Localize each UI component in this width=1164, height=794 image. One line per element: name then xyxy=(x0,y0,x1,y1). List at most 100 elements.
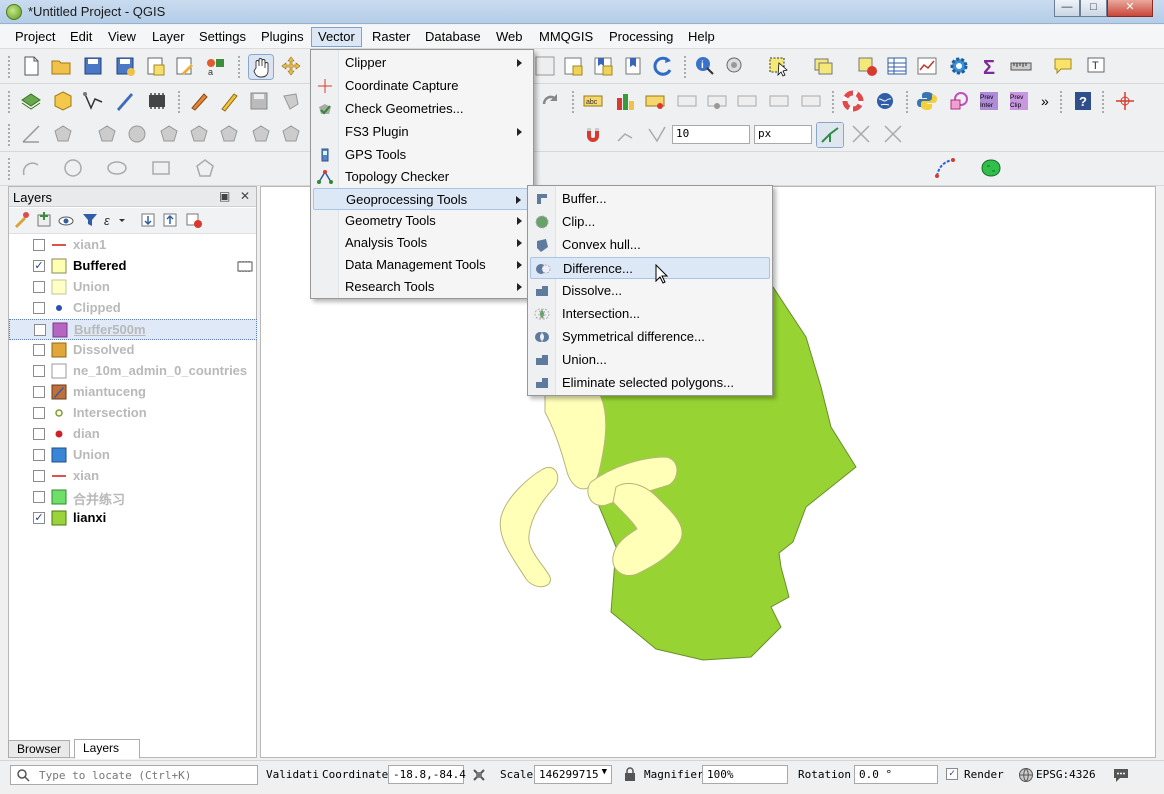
snap-tolerance-input[interactable]: 10 xyxy=(672,125,750,144)
options-gear-icon[interactable] xyxy=(948,55,970,77)
minimize-button[interactable]: — xyxy=(1054,0,1080,17)
coordinate-field[interactable]: -18.8,-84.4 xyxy=(388,765,466,784)
snap-unit-select[interactable]: px xyxy=(754,125,812,144)
lifebuoy-icon[interactable] xyxy=(842,90,864,112)
rotation-spinbox[interactable]: 0.0 ° xyxy=(854,765,938,784)
layer-visibility-checkbox[interactable] xyxy=(33,491,45,503)
remove-layer-icon[interactable] xyxy=(185,211,203,229)
messages-icon[interactable] xyxy=(1112,767,1130,783)
collapse-all-icon[interactable] xyxy=(161,211,179,229)
fill-ring-icon[interactable] xyxy=(126,123,148,145)
filter-expression-icon[interactable]: ε xyxy=(103,211,127,229)
layer-row[interactable]: Clipped xyxy=(9,298,257,319)
layer-row[interactable]: 合并练习 xyxy=(9,487,257,508)
menu-project[interactable]: Project xyxy=(9,28,61,48)
menu-item-symmetrical-difference[interactable]: Symmetrical difference... xyxy=(530,326,770,348)
run-feature-action-icon[interactable] xyxy=(724,55,746,77)
show-bookmarks-icon[interactable] xyxy=(592,55,614,77)
crs-globe-icon[interactable] xyxy=(1018,767,1034,783)
style-manager-icon[interactable]: a xyxy=(204,55,226,77)
snapping-type-icon[interactable] xyxy=(646,123,668,145)
menu-item-intersection[interactable]: Intersection... xyxy=(530,303,770,325)
shape-tools-icon[interactable] xyxy=(948,90,970,112)
digitize-curve-icon[interactable] xyxy=(934,157,956,179)
layer-row[interactable]: dian xyxy=(9,424,257,445)
menu-item-fs3-plugin[interactable]: FS3 Plugin xyxy=(313,121,531,143)
menu-item-gps-tools[interactable]: GPS Tools xyxy=(313,144,531,166)
split-features-icon[interactable] xyxy=(280,123,302,145)
layer-diagram-icon[interactable] xyxy=(614,90,636,112)
menu-item-research-tools[interactable]: Research Tools xyxy=(313,276,531,298)
menu-item-coordinate-capture[interactable]: Coordinate Capture xyxy=(313,75,531,97)
toolbar-handle[interactable] xyxy=(906,91,910,113)
close-button[interactable]: ✕ xyxy=(1107,0,1153,17)
layer-visibility-checkbox[interactable]: ✓ xyxy=(33,260,45,272)
toggle-extents-icon[interactable] xyxy=(470,766,488,784)
map-tile-icon[interactable] xyxy=(980,157,1002,179)
menu-item-data-management-tools[interactable]: Data Management Tools xyxy=(313,254,531,276)
menu-item-geometry-tools[interactable]: Geometry Tools xyxy=(313,210,531,232)
pan-map-icon[interactable] xyxy=(248,54,274,80)
zoom-last-icon[interactable] xyxy=(534,55,556,77)
menu-view[interactable]: View xyxy=(102,28,142,48)
layer-row[interactable]: ✓ lianxi xyxy=(9,508,257,529)
pin-labels-icon[interactable] xyxy=(644,90,666,112)
menu-item-eliminate-selected-polygons[interactable]: Eliminate selected polygons... xyxy=(530,372,770,394)
layer-visibility-checkbox[interactable] xyxy=(33,428,45,440)
layer-visibility-checkbox[interactable] xyxy=(33,302,45,314)
toolbar-handle[interactable] xyxy=(1060,91,1064,113)
add-feature-icon[interactable] xyxy=(280,90,302,112)
filter-legend-icon[interactable] xyxy=(81,211,99,229)
layer-visibility-checkbox[interactable] xyxy=(33,449,45,461)
bookmark-icon[interactable] xyxy=(622,55,644,77)
new-project-icon[interactable] xyxy=(20,55,42,77)
new-bookmark-icon[interactable] xyxy=(562,55,584,77)
style-panel-icon[interactable] xyxy=(13,211,31,229)
toolbar-overflow-icon[interactable]: » xyxy=(1040,90,1054,112)
layer-row[interactable]: Union xyxy=(9,277,257,298)
layer-row[interactable]: Union xyxy=(9,445,257,466)
add-vector-layer-icon[interactable] xyxy=(82,90,104,112)
layer-row[interactable]: ✓ Buffered xyxy=(9,256,257,277)
show-hide-labels-icon[interactable] xyxy=(706,90,728,112)
measure-angle-icon[interactable] xyxy=(20,123,42,145)
help-icon[interactable]: ? xyxy=(1072,90,1094,112)
topological-editing-icon[interactable] xyxy=(816,122,844,148)
layer-row[interactable]: xian1 xyxy=(9,235,257,256)
lock-scale-icon[interactable] xyxy=(624,767,636,782)
new-geopackage-icon[interactable] xyxy=(52,90,74,112)
add-part-icon[interactable] xyxy=(96,123,118,145)
delete-ring-icon[interactable] xyxy=(158,123,180,145)
menu-item-analysis-tools[interactable]: Analysis Tools xyxy=(313,232,531,254)
menu-processing[interactable]: Processing xyxy=(603,28,679,48)
statistical-summary-icon[interactable] xyxy=(916,55,938,77)
crosshair-icon[interactable] xyxy=(1114,90,1136,112)
layout-manager-icon[interactable] xyxy=(174,55,196,77)
globe-icon[interactable] xyxy=(874,90,896,112)
menu-item-convex-hull[interactable]: Convex hull... xyxy=(530,234,770,256)
current-edits-icon[interactable] xyxy=(188,90,210,112)
open-project-icon[interactable] xyxy=(50,55,72,77)
menu-item-buffer[interactable]: Buffer... xyxy=(530,188,770,210)
toolbar-handle[interactable] xyxy=(832,91,836,113)
offset-curve-icon[interactable] xyxy=(250,123,272,145)
layer-row-selected[interactable]: Buffer500m xyxy=(9,319,257,340)
measure-line-icon[interactable] xyxy=(1010,55,1032,77)
menu-item-check-geometries[interactable]: Check Geometries... xyxy=(313,98,531,120)
menu-web[interactable]: Web xyxy=(490,28,529,48)
toolbar-handle[interactable] xyxy=(178,91,182,113)
layer-row[interactable]: xian xyxy=(9,466,257,487)
layer-visibility-checkbox[interactable] xyxy=(33,407,45,419)
tab-layers[interactable]: Layers xyxy=(74,739,140,759)
save-layer-edits-icon[interactable] xyxy=(248,90,270,112)
menu-layer[interactable]: Layer xyxy=(146,28,191,48)
add-regular-polygon-icon[interactable] xyxy=(194,157,216,179)
add-ring-icon[interactable] xyxy=(52,123,74,145)
rotate-label-icon[interactable] xyxy=(768,90,790,112)
toolbar-handle[interactable] xyxy=(8,124,12,146)
menu-item-difference[interactable]: Difference... xyxy=(530,257,770,279)
redo-icon[interactable] xyxy=(540,90,562,112)
menu-item-union[interactable]: Union... xyxy=(530,349,770,371)
layer-visibility-checkbox[interactable] xyxy=(33,281,45,293)
menu-item-clip[interactable]: Clip... xyxy=(530,211,770,233)
